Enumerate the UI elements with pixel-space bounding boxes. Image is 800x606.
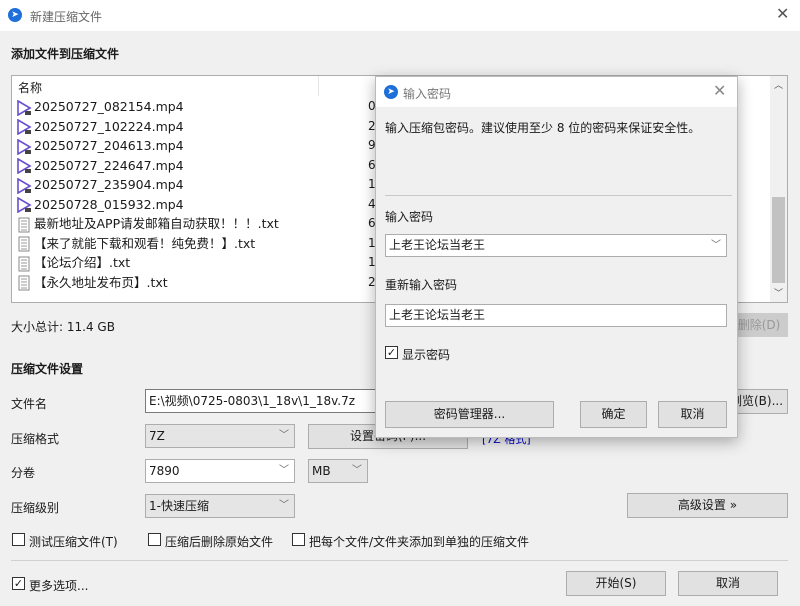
- file-row[interactable]: 【论坛介绍】.txt: [16, 253, 130, 272]
- file-row[interactable]: 20250728_015932.mp4: [16, 195, 184, 214]
- dialog-hint: 输入压缩包密码。建议使用至少 8 位的密码来保证安全性。: [385, 121, 701, 135]
- file-row[interactable]: 20250727_102224.mp4: [16, 117, 184, 136]
- split-input[interactable]: 7890 ﹀: [145, 459, 295, 483]
- split-value: 7890: [149, 464, 180, 478]
- chevron-down-icon: ﹀: [279, 465, 289, 476]
- more-options-checkbox[interactable]: ✓: [12, 577, 25, 590]
- divider: [11, 560, 788, 561]
- chevron-down-icon: ﹀: [279, 430, 289, 441]
- chevron-down-icon: ﹀: [279, 500, 289, 511]
- password-input[interactable]: 上老王论坛当老王 ﹀: [385, 234, 727, 257]
- file-row[interactable]: 20250727_224647.mp4: [16, 156, 184, 175]
- show-password-checkbox[interactable]: ✓: [385, 346, 398, 359]
- confirm-password-input[interactable]: 上老王论坛当老王: [385, 304, 727, 327]
- test-checkbox-label[interactable]: 测试压缩文件(T): [29, 533, 118, 550]
- file-name: 【来了就能下载和观看！纯免费！】.txt: [34, 235, 256, 251]
- format-value: 7Z: [149, 429, 165, 443]
- title-bar: ➤ 新建压缩文件 ✕: [0, 0, 800, 31]
- ok-button[interactable]: 确定: [580, 401, 647, 428]
- test-checkbox[interactable]: [12, 533, 25, 546]
- file-name: 【论坛介绍】.txt: [34, 255, 131, 270]
- file-name: 最新地址及APP请发邮箱自动获取！！！.txt: [34, 216, 279, 231]
- text-file-icon: [16, 236, 32, 252]
- file-name: 20250727_235904.mp4: [34, 177, 184, 192]
- app-icon: ➤: [8, 8, 22, 22]
- text-file-icon: [16, 256, 32, 272]
- confirm-password-label: 重新输入密码: [385, 278, 458, 292]
- more-options-label[interactable]: 更多选项...: [29, 577, 88, 594]
- level-select[interactable]: 1-快速压缩 ﹀: [145, 494, 295, 518]
- total-size: 大小总计: 11.4 GB: [11, 320, 115, 334]
- level-value: 1-快速压缩: [149, 499, 209, 513]
- video-file-icon: [16, 196, 32, 214]
- file-row[interactable]: 20250727_082154.mp4: [16, 97, 184, 116]
- scrollbar-thumb[interactable]: [772, 197, 785, 283]
- file-name: 20250728_015932.mp4: [34, 196, 184, 212]
- separate-archives-label[interactable]: 把每个文件/文件夹添加到单独的压缩文件: [309, 533, 529, 550]
- password-manager-button[interactable]: 密码管理器...: [385, 401, 554, 428]
- advanced-settings-button[interactable]: 高级设置 »: [627, 493, 788, 518]
- dialog-title: 输入密码: [403, 87, 452, 101]
- file-row[interactable]: 【来了就能下载和观看！纯免费！】.txt: [16, 234, 255, 253]
- app-icon: ➤: [384, 85, 398, 99]
- video-file-icon: [16, 138, 32, 155]
- add-files-heading: 添加文件到压缩文件: [11, 47, 120, 61]
- scroll-down-icon[interactable]: ﹀: [774, 286, 783, 299]
- delete-after-checkbox[interactable]: [148, 533, 161, 546]
- password-dialog: ➤ 输入密码 ✕ 输入压缩包密码。建议使用至少 8 位的密码来保证安全性。 输入…: [375, 76, 738, 438]
- file-name: 20250727_102224.mp4: [34, 118, 184, 134]
- filename-label: 文件名: [11, 397, 48, 411]
- file-row[interactable]: 【永久地址发布页】.txt: [16, 273, 168, 292]
- format-select[interactable]: 7Z ﹀: [145, 424, 295, 448]
- start-button[interactable]: 开始(S): [566, 571, 666, 596]
- delete-after-label[interactable]: 压缩后删除原始文件: [165, 533, 273, 550]
- file-name: 20250727_082154.mp4: [34, 99, 184, 114]
- video-file-icon: [16, 118, 32, 136]
- file-row[interactable]: 20250727_235904.mp4: [16, 175, 184, 194]
- column-header-name[interactable]: 名称: [18, 79, 42, 96]
- file-name: 20250727_204613.mp4: [34, 138, 184, 153]
- file-name: 20250727_224647.mp4: [34, 157, 184, 173]
- password-label: 输入密码: [385, 210, 434, 224]
- split-unit-select[interactable]: MB ﹀: [308, 459, 368, 483]
- dialog-cancel-button[interactable]: 取消: [658, 401, 727, 428]
- text-file-icon: [16, 217, 32, 233]
- divider: [385, 195, 732, 196]
- file-name: 【永久地址发布页】.txt: [34, 274, 168, 290]
- column-divider: [318, 76, 319, 96]
- chevron-down-icon: ﹀: [711, 240, 721, 251]
- scroll-up-icon[interactable]: ︿: [774, 78, 783, 91]
- cancel-button[interactable]: 取消: [678, 571, 778, 596]
- level-label: 压缩级别: [11, 501, 60, 515]
- text-file-icon: [16, 275, 32, 291]
- close-icon[interactable]: ✕: [713, 81, 726, 100]
- video-file-icon: [16, 99, 32, 116]
- window-title: 新建压缩文件: [30, 10, 103, 24]
- file-row[interactable]: 20250727_204613.mp4: [16, 136, 184, 155]
- video-file-icon: [16, 157, 32, 175]
- separate-archives-checkbox[interactable]: [292, 533, 305, 546]
- chevron-down-icon: ﹀: [352, 465, 362, 476]
- show-password-label[interactable]: 显示密码: [402, 346, 450, 363]
- delete-button[interactable]: 删除(D): [730, 313, 788, 337]
- password-value: 上老王论坛当老王: [389, 238, 486, 252]
- file-row[interactable]: 最新地址及APP请发邮箱自动获取！！！.txt: [16, 214, 279, 233]
- split-unit-value: MB: [312, 464, 331, 478]
- settings-heading: 压缩文件设置: [11, 362, 84, 376]
- split-label: 分卷: [11, 466, 36, 480]
- close-icon[interactable]: ✕: [776, 4, 789, 23]
- format-label: 压缩格式: [11, 432, 60, 446]
- video-file-icon: [16, 177, 32, 194]
- dialog-title-bar: ➤ 输入密码 ✕: [376, 77, 737, 107]
